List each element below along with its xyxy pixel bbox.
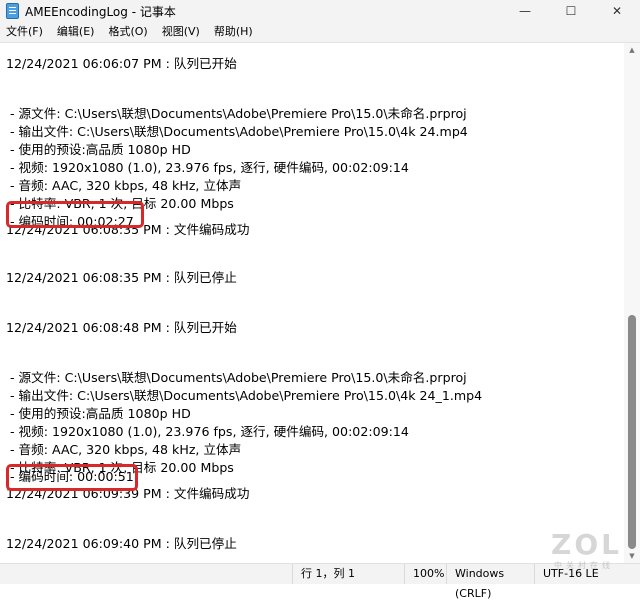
zol-watermark: ZOL (551, 528, 622, 561)
status-bar: 行 1，列 1 100% Windows (CRLF) UTF-16 LE (0, 563, 640, 600)
scroll-thumb[interactable] (628, 315, 636, 549)
log-line: - 输出文件: C:\Users\联想\Documents\Adobe\Prem… (6, 388, 483, 403)
menu-file[interactable]: 文件(F) (0, 22, 50, 42)
highlight-box (6, 464, 138, 491)
text-editor[interactable]: 12/24/2021 06:06:07 PM : 队列已开始 - 源文件: C:… (0, 43, 624, 563)
menu-format[interactable]: 格式(O) (101, 22, 154, 42)
menu-help[interactable]: 帮助(H) (207, 22, 260, 42)
log-line: 12/24/2021 06:06:07 PM : 队列已开始 (6, 56, 237, 71)
log-line: - 音频: AAC, 320 kbps, 48 kHz, 立体声 (6, 178, 242, 193)
log-line: - 源文件: C:\Users\联想\Documents\Adobe\Premi… (6, 106, 467, 121)
cursor-position: 行 1，列 1 (292, 564, 404, 584)
scroll-down-icon[interactable]: ▼ (624, 549, 640, 563)
highlight-box (6, 201, 144, 228)
log-line: 12/24/2021 06:09:40 PM : 队列已停止 (6, 536, 237, 551)
minimize-button[interactable]: — (502, 0, 548, 22)
title-bar: AMEEncodingLog - 记事本 — ☐ ✕ (0, 0, 640, 22)
log-line: - 源文件: C:\Users\联想\Documents\Adobe\Premi… (6, 370, 467, 385)
menu-bar: 文件(F) 编辑(E) 格式(O) 视图(V) 帮助(H) (0, 22, 640, 43)
log-line: - 使用的预设:高品质 1080p HD (6, 406, 191, 421)
line-ending: Windows (CRLF) (446, 564, 534, 600)
scroll-up-icon[interactable]: ▲ (624, 43, 640, 57)
vertical-scrollbar[interactable]: ▲ ▼ (624, 43, 640, 563)
log-line: - 视频: 1920x1080 (1.0), 23.976 fps, 逐行, 硬… (6, 160, 409, 175)
notepad-icon (6, 3, 19, 19)
menu-edit[interactable]: 编辑(E) (50, 22, 102, 42)
log-line: 12/24/2021 06:08:48 PM : 队列已开始 (6, 320, 237, 335)
log-line: 12/24/2021 06:08:35 PM : 队列已停止 (6, 270, 237, 285)
log-line: - 输出文件: C:\Users\联想\Documents\Adobe\Prem… (6, 124, 468, 139)
zoom-level: 100% (404, 564, 446, 584)
log-line: - 音频: AAC, 320 kbps, 48 kHz, 立体声 (6, 442, 242, 457)
window-title: AMEEncodingLog - 记事本 (25, 4, 176, 19)
close-button[interactable]: ✕ (594, 0, 640, 22)
zol-watermark-subtitle: 中关村在线 (554, 561, 614, 570)
log-line: - 视频: 1920x1080 (1.0), 23.976 fps, 逐行, 硬… (6, 424, 409, 439)
menu-view[interactable]: 视图(V) (155, 22, 207, 42)
window-controls: — ☐ ✕ (502, 0, 640, 22)
log-line: - 使用的预设:高品质 1080p HD (6, 142, 191, 157)
maximize-button[interactable]: ☐ (548, 0, 594, 22)
